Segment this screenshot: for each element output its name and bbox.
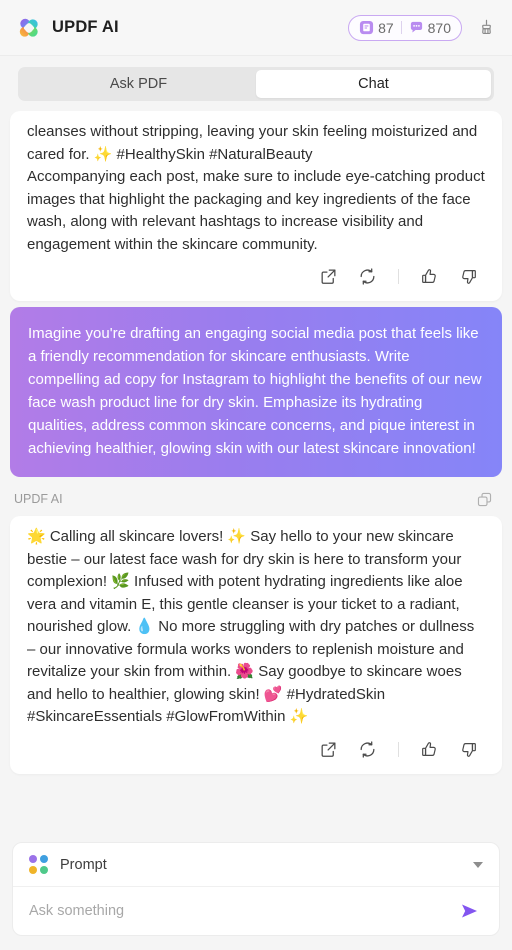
clover-logo-icon — [16, 15, 42, 41]
document-credits: 87 — [359, 20, 394, 36]
refresh-icon[interactable] — [357, 739, 378, 760]
assistant-message-card: cleanses without stripping, leaving your… — [10, 111, 502, 301]
tabbar: Ask PDF Chat — [18, 67, 494, 101]
reply-actions — [27, 729, 485, 768]
chevron-down-icon[interactable] — [473, 861, 483, 868]
assistant-message-text: cleanses without stripping, leaving your… — [27, 123, 485, 253]
input-row — [13, 887, 499, 935]
tab-ask-pdf[interactable]: Ask PDF — [21, 70, 256, 98]
assistant-sender-label: UPDF AI — [14, 492, 63, 506]
prompt-label: Prompt — [60, 856, 107, 873]
four-dots-icon — [29, 855, 48, 874]
refresh-icon[interactable] — [357, 266, 378, 287]
user-message-bubble: Imagine you're drafting an engaging soci… — [10, 307, 502, 477]
assistant-reply-text: 🌟 Calling all skincare lovers! ✨ Say hel… — [27, 528, 479, 725]
thumbs-down-icon[interactable] — [458, 739, 479, 760]
credits-divider — [400, 21, 402, 34]
updf-ai-panel: UPDF AI 87 870 Ask PDF Chat cleanses wit… — [0, 0, 512, 950]
document-credit-count: 87 — [378, 19, 394, 36]
brand: UPDF AI — [16, 15, 119, 41]
conversation-scroll[interactable]: cleanses without stripping, leaving your… — [0, 111, 512, 832]
chat-bubble-badge-icon — [409, 20, 424, 35]
external-link-icon[interactable] — [318, 739, 339, 760]
external-link-icon[interactable] — [318, 266, 339, 287]
assistant-sender-row: UPDF AI — [10, 477, 502, 516]
ask-input[interactable] — [29, 903, 455, 919]
composer: Prompt — [12, 842, 500, 936]
actions-divider — [398, 269, 399, 284]
credits-badge[interactable]: 87 870 — [348, 14, 462, 41]
send-arrow-icon[interactable] — [455, 896, 485, 926]
user-message-text: Imagine you're drafting an engaging soci… — [28, 325, 486, 457]
document-badge-icon — [359, 20, 374, 35]
copy-icon[interactable] — [474, 489, 494, 509]
actions-divider — [398, 741, 399, 757]
thumbs-up-icon[interactable] — [419, 266, 440, 287]
tab-chat[interactable]: Chat — [256, 70, 491, 98]
assistant-reply-card: 🌟 Calling all skincare lovers! ✨ Say hel… — [10, 516, 502, 774]
composer-container: Prompt — [0, 832, 512, 950]
chat-credits: 870 — [409, 20, 451, 36]
page-title: UPDF AI — [52, 18, 119, 36]
thumbs-up-icon[interactable] — [419, 739, 440, 760]
broom-icon[interactable] — [474, 16, 498, 40]
thumbs-down-icon[interactable] — [458, 266, 479, 287]
tabbar-container: Ask PDF Chat — [0, 56, 512, 111]
message-actions — [27, 256, 485, 295]
prompt-selector[interactable]: Prompt — [13, 843, 499, 887]
chat-credit-count: 870 — [427, 19, 451, 36]
app-header: UPDF AI 87 870 — [0, 0, 512, 56]
